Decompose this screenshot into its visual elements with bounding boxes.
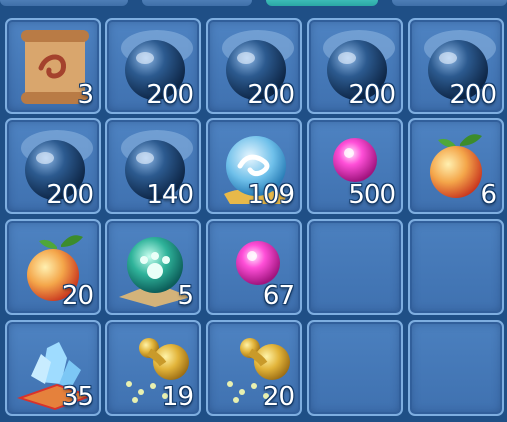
inventory-slot-empty[interactable] [307, 219, 403, 315]
item-count: 20 [61, 281, 94, 311]
item-count: 500 [348, 180, 396, 210]
item-count: 67 [262, 281, 295, 311]
item-count: 3 [77, 80, 94, 110]
inventory-tab-4[interactable] [392, 0, 507, 6]
item-count: 200 [247, 80, 295, 110]
item-count: 200 [348, 80, 396, 110]
inventory-slot[interactable]: 20 [206, 320, 302, 416]
inventory-slot[interactable]: 140 [105, 118, 201, 214]
item-count: 109 [247, 180, 295, 210]
item-count: 200 [449, 80, 497, 110]
inventory-tab-3[interactable] [266, 0, 378, 6]
item-count: 200 [146, 80, 194, 110]
inventory-slot[interactable]: 6 [408, 118, 504, 214]
inventory-tab-2[interactable] [142, 0, 252, 6]
inventory-slot[interactable]: 20 [5, 219, 101, 315]
inventory-slot[interactable]: 67 [206, 219, 302, 315]
item-count: 35 [61, 382, 94, 412]
inventory-slot-empty[interactable] [408, 219, 504, 315]
inventory-slot[interactable]: 200 [105, 18, 201, 114]
inventory-slot[interactable]: 200 [408, 18, 504, 114]
inventory-slot[interactable]: 109 [206, 118, 302, 214]
item-count: 20 [262, 382, 295, 412]
inventory-slot[interactable]: 5 [105, 219, 201, 315]
inventory-slot[interactable]: 200 [5, 118, 101, 214]
inventory-tab-1[interactable] [0, 0, 128, 6]
inventory-tabs [0, 0, 507, 10]
inventory-slot-empty[interactable] [307, 320, 403, 416]
item-count: 5 [177, 281, 194, 311]
item-count: 140 [146, 180, 194, 210]
inventory-slot[interactable]: 35 [5, 320, 101, 416]
item-count: 6 [480, 180, 497, 210]
inventory-slot[interactable]: 200 [307, 18, 403, 114]
inventory-slot[interactable]: 3 [5, 18, 101, 114]
item-count: 200 [46, 180, 94, 210]
inventory-slot[interactable]: 500 [307, 118, 403, 214]
inventory-slot[interactable]: 19 [105, 320, 201, 416]
inventory-slot[interactable]: 200 [206, 18, 302, 114]
inventory-slot-empty[interactable] [408, 320, 504, 416]
item-count: 19 [161, 382, 194, 412]
